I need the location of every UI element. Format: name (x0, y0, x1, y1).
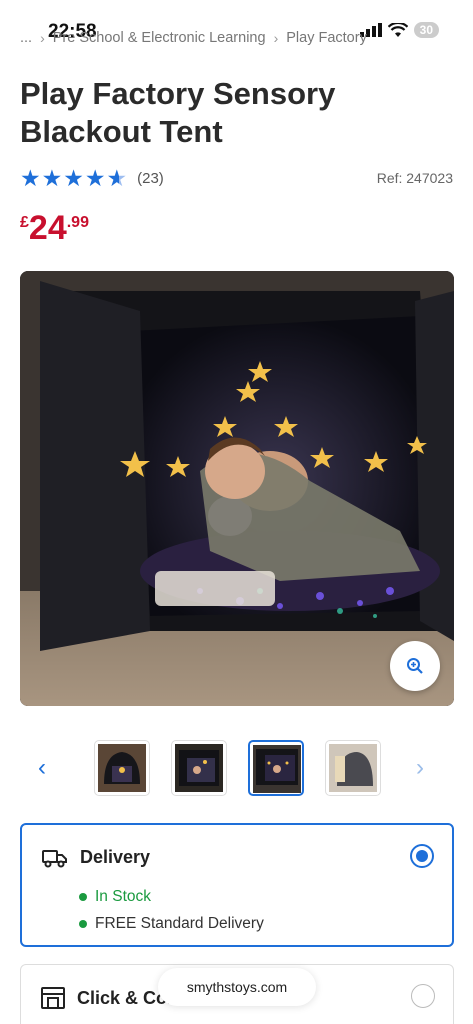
chevron-right-icon[interactable]: › (416, 756, 424, 780)
star-icon: ★ (84, 164, 106, 191)
status-icons: 30 (359, 22, 439, 38)
green-dot-icon (79, 892, 87, 901)
rating-stars[interactable]: ★ ★ ★ ★ ★ (20, 164, 128, 191)
store-icon (41, 987, 65, 1009)
thumbnail-carousel: ‹ › (20, 740, 454, 796)
stock-status: In Stock (79, 883, 264, 910)
truck-icon (42, 849, 67, 867)
zoom-button[interactable] (390, 641, 440, 691)
price-decimal: .99 (66, 214, 89, 231)
stock-text: In Stock (95, 888, 151, 905)
shipping-info: FREE Standard Delivery (79, 910, 264, 937)
chevron-left-icon[interactable]: ‹ (38, 756, 46, 780)
delivery-label: Delivery (80, 847, 151, 867)
zoom-in-icon (407, 658, 423, 674)
breadcrumb: ... › Pre School & Electronic Learning ›… (20, 30, 367, 46)
browser-url-pill[interactable]: smythstoys.com (158, 968, 316, 1006)
product-title: Play Factory Sensory Blackout Tent (20, 76, 336, 149)
delivery-header: Delivery (42, 847, 150, 868)
shipping-text: FREE Standard Delivery (95, 915, 264, 932)
star-half-icon: ★ (106, 164, 128, 191)
delivery-details: In Stock FREE Standard Delivery (79, 883, 264, 937)
thumbnail-4[interactable] (325, 740, 381, 796)
star-icon: ★ (63, 164, 84, 191)
thumbnail-3[interactable] (248, 740, 304, 796)
chevron-right-icon: › (273, 30, 279, 46)
thumbnail-2[interactable] (171, 740, 227, 796)
breadcrumb-category[interactable]: Pre School & Electronic Learning (53, 30, 266, 46)
product-price: £ 24 .99 (20, 210, 89, 246)
star-icon: ★ (41, 164, 63, 191)
product-main-image[interactable] (20, 271, 454, 706)
chevron-right-icon: › (40, 30, 45, 46)
star-icon: ★ (20, 164, 41, 191)
collect-radio[interactable] (411, 984, 435, 1008)
price-currency: £ (20, 214, 29, 231)
thumbnail-1[interactable] (94, 740, 150, 796)
price-whole: 24 (28, 209, 67, 247)
rating-row: ★ ★ ★ ★ ★ (23) Ref: 247023 (20, 166, 453, 190)
breadcrumb-current[interactable]: Play Factory (286, 30, 367, 46)
delivery-radio[interactable] (410, 844, 434, 868)
product-ref: Ref: 247023 (376, 170, 453, 186)
wifi-icon (387, 22, 408, 37)
delivery-option-card[interactable]: Delivery In Stock FREE Standard Delivery (20, 823, 454, 947)
review-count[interactable]: (23) (137, 170, 164, 187)
breadcrumb-ellipsis[interactable]: ... (20, 30, 32, 46)
battery-indicator: 30 (413, 22, 439, 38)
green-dot-icon (79, 919, 87, 928)
